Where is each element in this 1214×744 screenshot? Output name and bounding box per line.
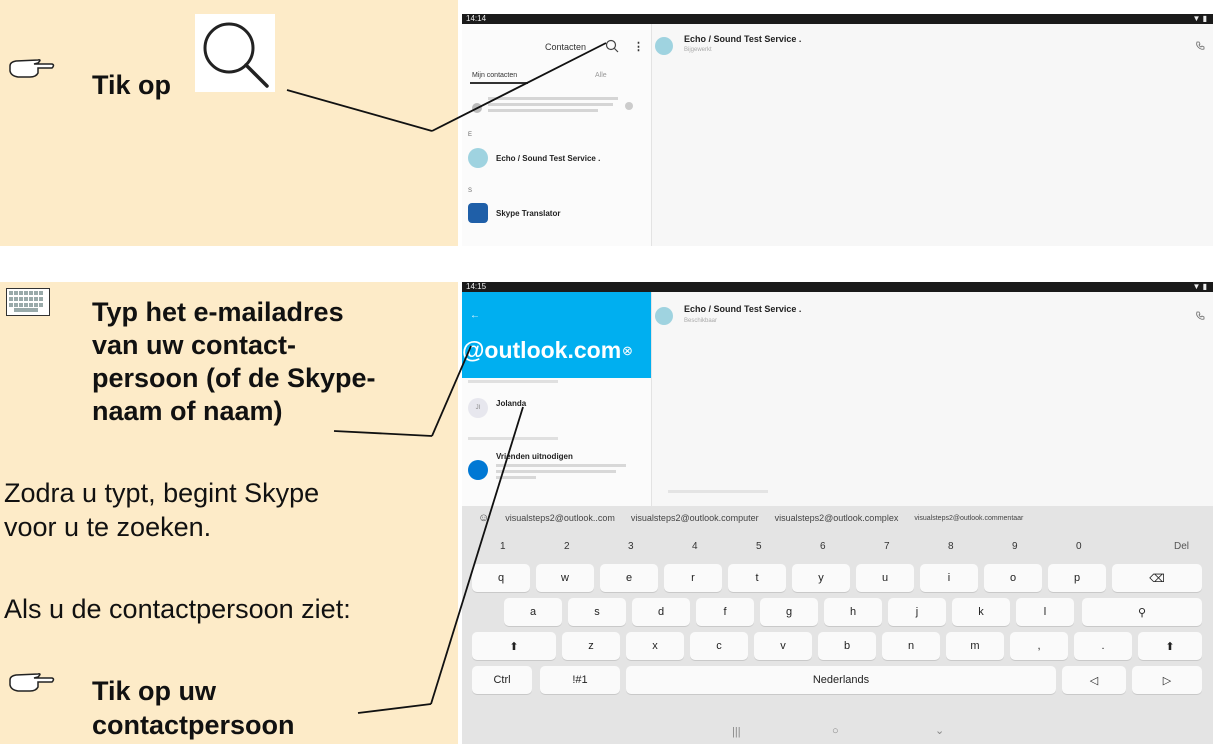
connector-lines — [286, 42, 607, 714]
page: Tik op 14:14 ▼ ▮ Contacten ⋮ Echo / Sound… — [0, 0, 1214, 744]
